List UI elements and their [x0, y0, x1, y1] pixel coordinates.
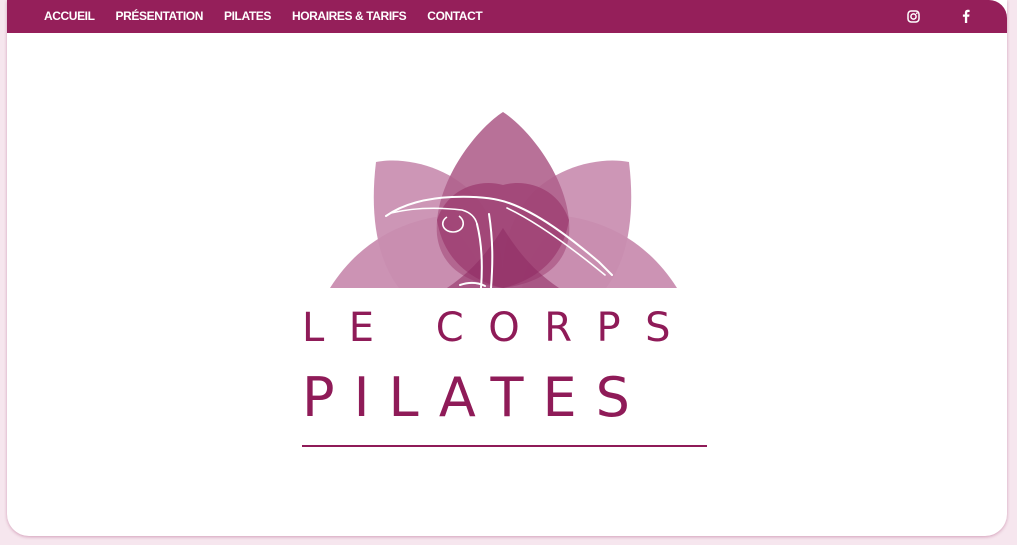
logo-text-pilates: PILATES [302, 366, 649, 429]
logo-text-le-corps: LE CORPS [302, 305, 695, 351]
page-frame: ACCUEIL PRÉSENTATION PILATES HORAIRES & … [7, 0, 1007, 536]
lotus-logo [330, 112, 677, 289]
lotus-flower-icon [330, 112, 677, 289]
logo-underline [302, 445, 707, 447]
